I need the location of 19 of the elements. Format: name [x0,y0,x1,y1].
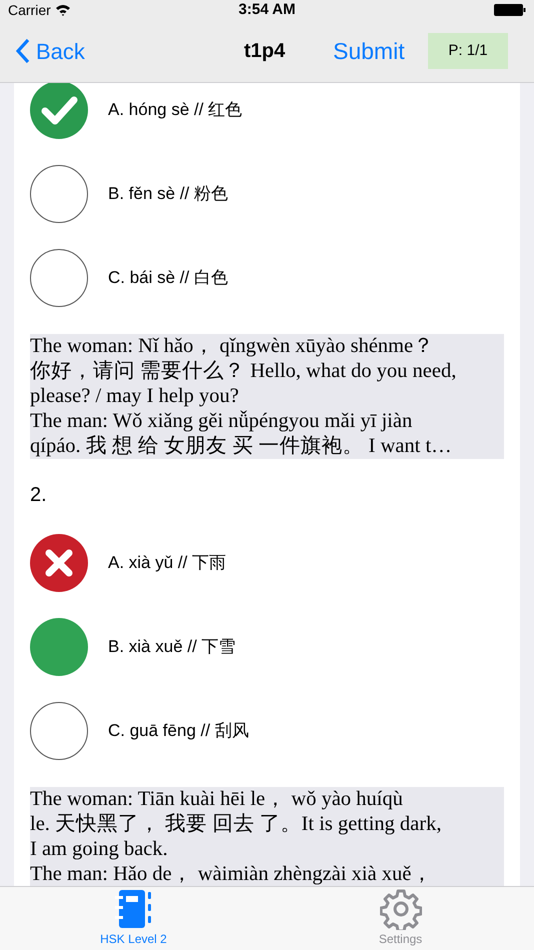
answer-option[interactable]: C. guā fēng // 刮风 [108,718,249,744]
tab-bar-item[interactable]: HSK Level 2 [0,887,267,950]
settings-icon [380,888,422,930]
answer-option[interactable]: B. xià xuě // 下雪 [108,634,236,660]
clock-time: 3:54 AM [238,0,296,20]
battery-icon [494,4,526,16]
answer-option[interactable]: A. hóng sè // 红色 [108,97,242,123]
transcript-text: The woman: Nǐ hǎo， qǐngwèn xūyào shénme？ 你好，请问 需要什么？ Hello, what do you need, please? / may I help you? The man: Wǒ xiǎng gěi nǚpéngyou mǎi yī jiàn qípáo. 我 想 给 女朋友 买 一件旗袍。 I want t… [30,334,504,459]
question-number: 2. [30,483,48,508]
page-counter: P: 1/1 [428,33,508,69]
screen-title: t1p4 [244,39,286,64]
answer-option[interactable]: B. fěn sè // 粉色 [108,181,228,207]
chevron-left-icon [16,38,30,64]
wifi-icon [54,4,71,16]
transcript-text: The woman: Tiān kuài hēi le， wǒ yào huíqù le. 天快黑了， 我要 回去 了。It is getting dark, I am going back. The man: Hǎo de， wàimiàn zhèngzài xià xuě， [30,787,504,886]
answer-option[interactable]: A. xià yǔ // 下雨 [108,550,226,576]
answer-option[interactable]: C. bái sè // 白色 [108,265,228,291]
cross-mark-icon [30,534,88,592]
carrier-label: Carrier [8,0,51,20]
